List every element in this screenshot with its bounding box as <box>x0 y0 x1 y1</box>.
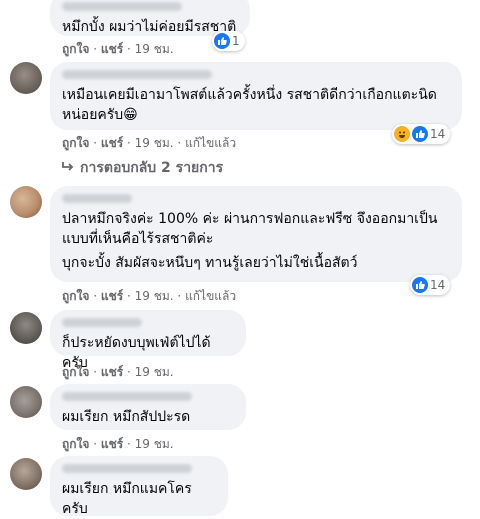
comment-text: หมึกบั้ง ผมว่าไม่ค่อยมีรสชาติ <box>62 19 237 35</box>
timestamp[interactable]: 19 ชม. <box>135 42 174 56</box>
comment-actions: ถูกใจ · แชร์ · 19 ชม. <box>62 42 174 56</box>
like-reaction-icon <box>214 33 230 49</box>
comment-text: บุกจะบั้ง สัมผัสจะหนึบๆ ทานรู้เลยว่าไม่ใ… <box>62 255 358 271</box>
like-button[interactable]: ถูกใจ <box>62 289 89 303</box>
share-button[interactable]: แชร์ <box>101 289 123 303</box>
comment-text: ผมเรียก หมึกสัปปะรด <box>62 409 191 425</box>
avatar[interactable] <box>10 312 42 344</box>
comment-text: เหมือนเคยมีเอามาโพสต์แล้วครั้งหนึ่ง รสชา… <box>62 87 437 123</box>
timestamp[interactable]: 19 ชม. <box>135 136 174 150</box>
avatar[interactable] <box>10 186 42 218</box>
comment-bubble: ผมเรียก หมึกแมคโคร ครับ <box>50 456 228 517</box>
reply-arrow-icon <box>62 160 74 176</box>
like-reaction-icon <box>412 126 428 142</box>
commenter-name-blurred[interactable] <box>62 392 192 401</box>
comment-actions: ถูกใจ · แชร์ · 19 ชม. · แก้ไขแล้ว <box>62 136 237 150</box>
reaction-number: 1 <box>232 34 240 48</box>
comment-text: ปลาหมึกจริงค่ะ 100% ค่ะ ผ่านการฟอกและฟรี… <box>62 211 438 247</box>
comment-actions: ถูกใจ · แชร์ · 19 ชม. <box>62 437 174 451</box>
comment-text: ผมเรียก หมึกแมคโคร ครับ <box>62 481 197 517</box>
commenter-name-blurred[interactable] <box>62 70 212 79</box>
view-replies-link[interactable]: การตอบกลับ 2 รายการ <box>62 157 223 179</box>
like-button[interactable]: ถูกใจ <box>62 437 89 451</box>
commenter-name-blurred[interactable] <box>62 464 192 473</box>
avatar[interactable] <box>10 458 42 490</box>
commenter-name-blurred[interactable] <box>62 2 182 11</box>
share-button[interactable]: แชร์ <box>101 42 123 56</box>
reaction-count[interactable]: 14 <box>392 124 451 144</box>
edited-label[interactable]: แก้ไขแล้ว <box>185 136 236 150</box>
like-reaction-icon <box>412 277 428 293</box>
edited-label[interactable]: แก้ไขแล้ว <box>185 289 236 303</box>
avatar[interactable] <box>10 386 42 418</box>
timestamp[interactable]: 19 ชม. <box>135 365 174 379</box>
reaction-number: 14 <box>430 127 446 141</box>
reaction-number: 14 <box>430 278 446 292</box>
share-button[interactable]: แชร์ <box>101 437 123 451</box>
like-button[interactable]: ถูกใจ <box>62 42 89 56</box>
comment-actions: ถูกใจ · แชร์ · 19 ชม. · แก้ไขแล้ว <box>62 289 237 303</box>
comment-bubble: ผมเรียก หมึกสัปปะรด <box>50 384 246 430</box>
haha-reaction-icon <box>394 126 410 142</box>
timestamp[interactable]: 19 ชม. <box>135 289 174 303</box>
timestamp[interactable]: 19 ชม. <box>135 437 174 451</box>
like-button[interactable]: ถูกใจ <box>62 365 89 379</box>
commenter-name-blurred[interactable] <box>62 318 142 327</box>
avatar[interactable] <box>10 62 42 94</box>
comment-bubble: เหมือนเคยมีเอามาโพสต์แล้วครั้งหนึ่ง รสชา… <box>50 62 462 130</box>
comment-bubble: ปลาหมึกจริงค่ะ 100% ค่ะ ผ่านการฟอกและฟรี… <box>50 186 462 282</box>
like-button[interactable]: ถูกใจ <box>62 136 89 150</box>
reaction-count[interactable]: 14 <box>410 275 451 295</box>
comment-bubble: ก็ประหยัดงบบุพเฟ่ต์ไปได้ครับ <box>50 310 246 371</box>
comment-actions: ถูกใจ · แชร์ · 19 ชม. <box>62 365 174 379</box>
commenter-name-blurred[interactable] <box>62 194 132 203</box>
share-button[interactable]: แชร์ <box>101 136 123 150</box>
reaction-count[interactable]: 1 <box>212 31 245 51</box>
share-button[interactable]: แชร์ <box>101 365 123 379</box>
replies-label: การตอบกลับ 2 รายการ <box>80 160 224 176</box>
